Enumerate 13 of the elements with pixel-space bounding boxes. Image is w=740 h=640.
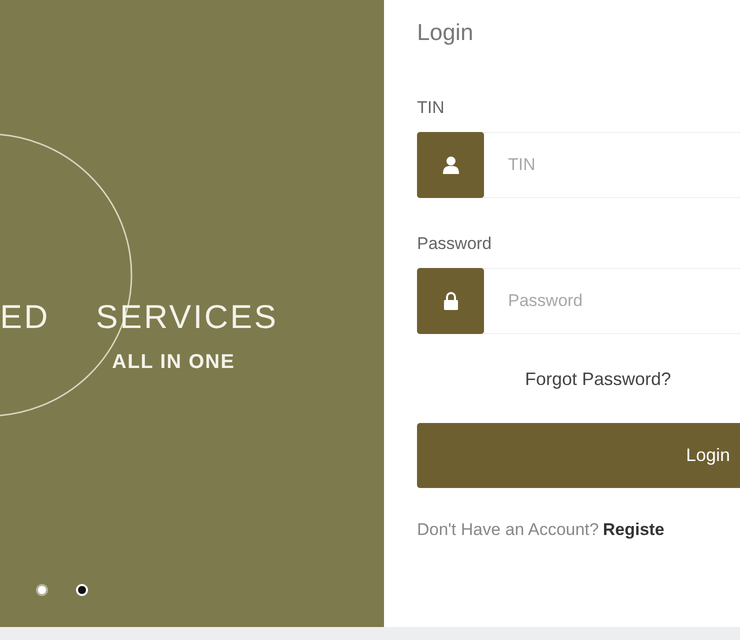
user-icon bbox=[442, 156, 458, 174]
slide-title: ED bbox=[0, 298, 50, 336]
lock-icon bbox=[444, 292, 458, 310]
forgot-password-link[interactable]: Forgot Password? bbox=[525, 369, 672, 389]
form-heading: Login bbox=[417, 18, 474, 46]
slide-subtitle: ALL IN ONE bbox=[112, 351, 235, 373]
register-link[interactable]: Registe bbox=[602, 520, 664, 540]
register-prompt: Don't Have an Account? bbox=[417, 520, 599, 540]
field-label: TIN bbox=[417, 98, 446, 118]
input-field[interactable]: Password bbox=[484, 268, 740, 334]
login-button[interactable]: Login bbox=[417, 423, 740, 488]
field-label: Password bbox=[417, 234, 493, 254]
input-field[interactable]: TIN bbox=[484, 132, 740, 198]
